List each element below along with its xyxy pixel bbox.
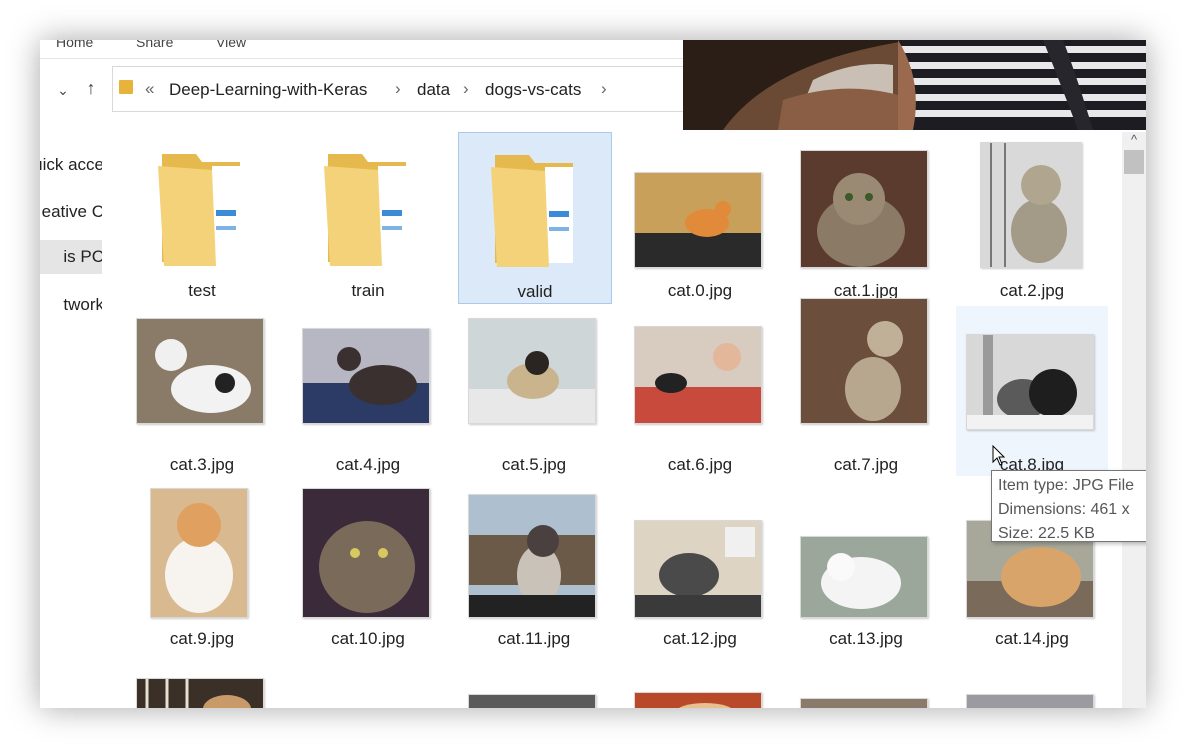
breadcrumb-dogs-vs-cats[interactable]: dogs-vs-cats	[485, 80, 581, 100]
cat-photo-thumbnail	[136, 318, 264, 424]
file-name: cat.0.jpg	[667, 281, 733, 300]
file-name: test	[188, 281, 216, 300]
breadcrumb-separator[interactable]: ›	[463, 79, 469, 99]
folder-icon	[324, 154, 406, 266]
cat-photo-thumbnail	[468, 494, 596, 618]
file-item-cat-13[interactable]: cat.13.jpg	[790, 480, 942, 650]
folder-item-train[interactable]: train	[292, 132, 444, 302]
file-name: cat.5.jpg	[501, 455, 567, 474]
file-name: cat.3.jpg	[169, 455, 235, 474]
file-name: cat.13.jpg	[829, 629, 903, 648]
up-arrow-icon[interactable]: ↑	[80, 78, 102, 99]
tooltip-item-type: Item type: JPG File	[998, 477, 1135, 494]
sidebar-item-label: eative C	[41, 202, 102, 221]
folder-item-test[interactable]: test	[126, 132, 278, 302]
file-item-cat-2[interactable]: cat.2.jpg	[956, 132, 1108, 302]
mouse-cursor-icon	[992, 445, 1006, 466]
tooltip-size: Size: 22.5 KB	[998, 525, 1095, 542]
breadcrumb-deep-learning-with-keras[interactable]: Deep-Learning-with-Keras	[169, 80, 367, 100]
file-name: cat.4.jpg	[335, 455, 401, 474]
cat-photo-thumbnail	[302, 488, 430, 618]
file-name: valid	[517, 282, 553, 301]
file-name: cat.2.jpg	[999, 281, 1065, 300]
navigation-pane: uick acce eative C is PC twork	[40, 132, 102, 708]
cat-photo-thumbnail	[980, 142, 1082, 268]
file-item-cat-8[interactable]: cat.8.jpg	[956, 306, 1108, 476]
folder-item-valid[interactable]: valid	[458, 132, 612, 304]
breadcrumb-separator[interactable]: ›	[601, 79, 607, 99]
file-item-cat-6[interactable]: cat.6.jpg	[624, 306, 776, 476]
cat-photo-thumbnail	[800, 150, 928, 268]
folder-icon	[158, 154, 240, 266]
sidebar-item-label: twork	[63, 295, 102, 314]
tooltip-dimensions: Dimensions: 461 x	[998, 501, 1130, 518]
ribbon-tab-home[interactable]: Home	[56, 40, 93, 50]
file-item-cat-1[interactable]: cat.1.jpg	[790, 132, 942, 302]
file-info-tooltip: Item type: JPG File Dimensions: 461 x Si…	[991, 470, 1146, 542]
file-name: cat.12.jpg	[663, 629, 737, 648]
cat-photo-thumbnail[interactable]	[966, 694, 1094, 708]
cat-photo-thumbnail[interactable]	[468, 694, 596, 708]
cat-photo-thumbnail	[800, 298, 928, 424]
file-name: cat.7.jpg	[833, 455, 899, 474]
ribbon-tab-view[interactable]: View	[216, 40, 246, 50]
breadcrumb-separator[interactable]: ›	[395, 79, 401, 99]
file-item-cat-9[interactable]: cat.9.jpg	[126, 480, 278, 650]
file-name: train	[351, 281, 385, 300]
sidebar-item-creative-cloud[interactable]: eative C	[40, 195, 102, 229]
cat-photo-thumbnail	[468, 318, 596, 424]
cat-photo-thumbnail	[634, 172, 762, 268]
file-item-cat-10[interactable]: cat.10.jpg	[292, 480, 444, 650]
ribbon-tab-share[interactable]: Share	[136, 40, 173, 50]
file-list-view: test train valid cat.0.jpg cat.1.jpg cat…	[104, 132, 1120, 708]
file-name: cat.11.jpg	[497, 629, 571, 648]
file-name: cat.6.jpg	[667, 455, 733, 474]
cat-photo-thumbnail	[634, 326, 762, 424]
webcam-overlay	[683, 40, 1146, 130]
file-item-cat-5[interactable]: cat.5.jpg	[458, 306, 610, 476]
sidebar-item-quick-access[interactable]: uick acce	[40, 148, 102, 182]
folder-icon	[119, 80, 133, 94]
cat-photo-thumbnail	[800, 536, 928, 618]
cat-photo-thumbnail[interactable]	[800, 698, 928, 708]
folder-icon	[491, 155, 573, 267]
breadcrumb-data[interactable]: data	[417, 80, 450, 100]
file-explorer-window: Home Share View ⌄ ↑ « Deep-Learning-with…	[40, 40, 1146, 708]
file-item-cat-12[interactable]: cat.12.jpg	[624, 480, 776, 650]
file-item-cat-7[interactable]: cat.7.jpg	[790, 298, 942, 476]
recent-locations-chevron-down-icon[interactable]: ⌄	[52, 82, 74, 99]
cat-photo-thumbnail	[966, 334, 1094, 430]
scroll-up-arrow-icon[interactable]: ^	[1122, 132, 1146, 148]
file-item-cat-11[interactable]: cat.11.jpg	[458, 480, 610, 650]
cat-photo-thumbnail[interactable]	[136, 678, 264, 708]
address-bar[interactable]: « Deep-Learning-with-Keras › data › dogs…	[112, 66, 734, 112]
sidebar-item-label: uick acce	[40, 155, 102, 174]
vertical-scrollbar[interactable]: ^	[1122, 132, 1146, 708]
scrollbar-thumb[interactable]	[1124, 150, 1144, 174]
file-item-cat-0[interactable]: cat.0.jpg	[624, 132, 776, 302]
file-name: cat.10.jpg	[331, 629, 405, 648]
file-item-cat-3[interactable]: cat.3.jpg	[126, 306, 278, 476]
sidebar-item-this-pc[interactable]: is PC	[40, 240, 102, 274]
address-overflow-icon[interactable]: «	[145, 79, 154, 99]
file-item-cat-4[interactable]: cat.4.jpg	[292, 306, 444, 476]
sidebar-item-network[interactable]: twork	[40, 288, 102, 322]
file-name: cat.14.jpg	[995, 629, 1069, 648]
cat-photo-thumbnail	[634, 520, 762, 618]
cat-photo-thumbnail	[150, 488, 248, 618]
sidebar-item-label: is PC	[63, 247, 102, 266]
cat-photo-thumbnail	[302, 328, 430, 424]
file-name: cat.9.jpg	[169, 629, 235, 648]
cat-photo-thumbnail[interactable]	[634, 692, 762, 708]
